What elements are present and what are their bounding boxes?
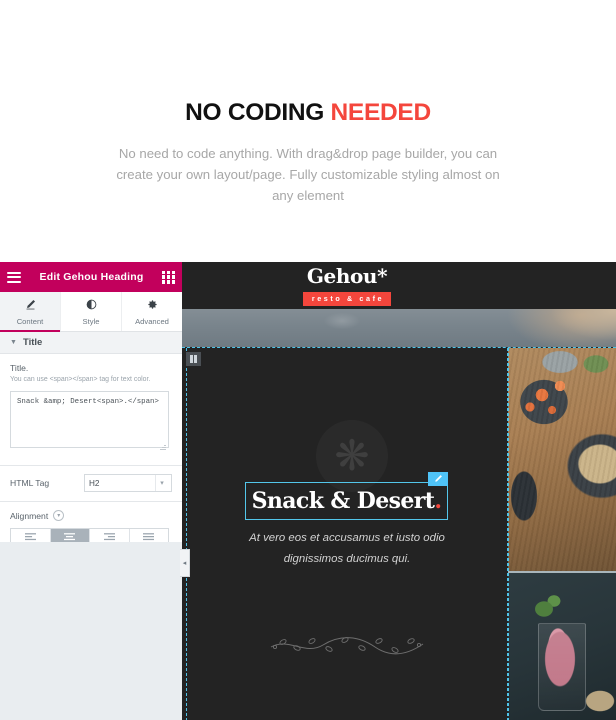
cocktail-photo[interactable] xyxy=(508,573,616,720)
site-header: Gehou* resto & cafe xyxy=(182,262,616,309)
html-tag-label: HTML Tag xyxy=(10,478,50,488)
title-textarea-wrap xyxy=(10,385,169,453)
heading-widget[interactable]: Snack & Desert. xyxy=(245,472,448,520)
tab-style[interactable]: Style xyxy=(61,292,122,331)
leaf-vine-divider xyxy=(267,632,427,658)
hero-photo-strip xyxy=(182,309,616,347)
page-title-accent: NEEDED xyxy=(330,99,432,126)
panel-collapse-button[interactable]: ◂ xyxy=(180,549,190,577)
grid-apps-icon[interactable] xyxy=(162,270,175,284)
tab-advanced-label: Advanced xyxy=(135,316,169,326)
heading-text-main: Snack & Desert xyxy=(251,488,435,514)
title-field-description: You can use <span></span> tag for text c… xyxy=(10,376,151,383)
site-logo-text: Gehou* xyxy=(306,264,388,288)
selected-section[interactable]: ❋ Snack & Desert. At vero eos et accusam… xyxy=(182,347,616,720)
heading-text-dot: . xyxy=(434,488,442,514)
image-column xyxy=(508,348,616,720)
gear-icon xyxy=(147,298,158,314)
food-flatlay-photo[interactable] xyxy=(508,348,616,573)
page-title: NO CODING NEEDED xyxy=(0,99,616,127)
tab-advanced[interactable]: Advanced xyxy=(122,292,182,331)
column-handle-icon[interactable] xyxy=(186,352,201,366)
site-logo-badge: resto & cafe xyxy=(302,291,392,306)
hamburger-menu-icon[interactable] xyxy=(7,271,21,283)
site-preview: Gehou* resto & cafe ❋ Snack & Desert. At xyxy=(182,262,616,720)
column-divider xyxy=(508,348,509,720)
section-title-header[interactable]: ▼ Title xyxy=(0,332,182,354)
contrast-circle-icon xyxy=(86,298,97,314)
promo-subtext: No need to code anything. With drag&drop… xyxy=(116,146,500,203)
chevron-down-icon: ▾ xyxy=(155,475,168,491)
title-field-label: Title. xyxy=(10,363,29,373)
html-tag-value: H2 xyxy=(89,478,100,488)
tab-style-label: Style xyxy=(82,316,100,326)
lead-paragraph: At vero eos et accusamus et iusto odio d… xyxy=(249,532,445,565)
editor-panel: Edit Gehou Heading Content Style Advance… xyxy=(0,262,182,720)
page-title-main: NO CODING xyxy=(185,99,331,126)
content-column: ❋ Snack & Desert. At vero eos et accusam… xyxy=(186,348,508,720)
alignment-label: Alignment xyxy=(10,510,49,521)
responsive-device-icon[interactable]: ▾ xyxy=(53,510,65,521)
promo-section: NO CODING NEEDED No need to code anythin… xyxy=(0,0,616,262)
section-title-label: Title xyxy=(22,337,43,348)
panel-title: Edit Gehou Heading xyxy=(39,271,144,283)
title-textarea[interactable] xyxy=(10,391,169,448)
panel-tabs: Content Style Advanced xyxy=(0,292,182,332)
tab-content-label: Content xyxy=(16,316,44,326)
site-logo[interactable]: Gehou* resto & cafe xyxy=(182,264,512,306)
chevron-down-icon: ▼ xyxy=(10,339,17,346)
tab-content[interactable]: Content xyxy=(0,292,61,332)
elementor-editor: Edit Gehou Heading Content Style Advance… xyxy=(0,262,616,720)
pencil-icon xyxy=(25,298,36,314)
panel-header: Edit Gehou Heading xyxy=(0,262,182,292)
html-tag-select[interactable]: H2 ▾ xyxy=(84,474,172,492)
heading-widget-text: Snack & Desert. xyxy=(252,488,442,514)
panel-empty-area xyxy=(0,542,182,720)
screenshot-root: NO CODING NEEDED No need to code anythin… xyxy=(0,0,616,720)
pencil-edit-handle-icon[interactable] xyxy=(428,472,448,486)
html-tag-row: HTML Tag H2 ▾ xyxy=(0,466,182,502)
title-field-group: Title. You can use <span></span> tag for… xyxy=(0,354,182,466)
